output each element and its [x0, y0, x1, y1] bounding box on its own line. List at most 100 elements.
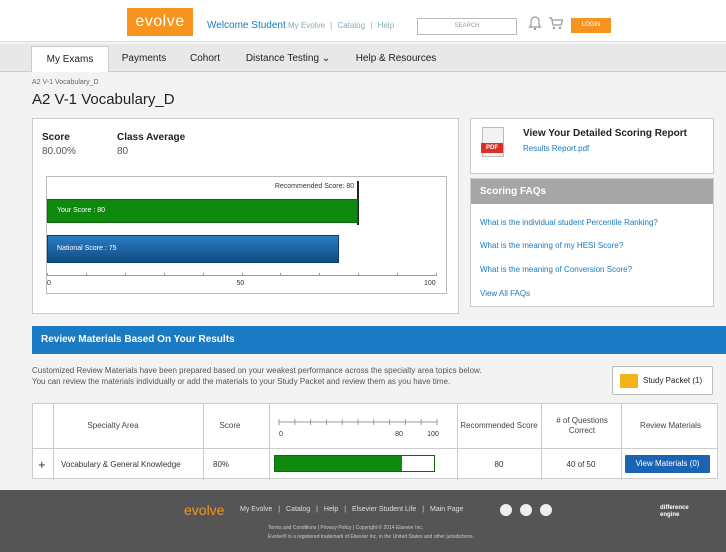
divider: | — [370, 21, 373, 30]
tab-cohort[interactable]: Cohort — [180, 46, 230, 72]
x-axis-tick — [436, 273, 437, 276]
national-score-bar: National Score : 75 — [47, 235, 339, 263]
divider: | — [316, 506, 318, 513]
facebook-icon[interactable] — [500, 504, 512, 516]
catalog-link[interactable]: Catalog — [337, 21, 365, 30]
difference-engine-logo: difference engine — [660, 505, 689, 518]
report-panel: PDF View Your Detailed Scoring Report Re… — [470, 118, 714, 174]
top-links: My Evolve | Catalog | Help — [288, 21, 397, 30]
twitter-icon[interactable] — [520, 504, 532, 516]
footer-trademark: Evolve® is a registered trademark of Els… — [268, 534, 475, 540]
cart-icon[interactable] — [548, 16, 564, 30]
footer-legal-links[interactable]: Terms and Conditions | Privacy Policy | … — [268, 525, 423, 531]
score-chart: Recommended Score: 80 Your Score : 80 Nati… — [46, 176, 447, 294]
search-input[interactable]: SEARCH — [417, 18, 517, 35]
recommended-score-label: Recommended Score: 80 — [274, 183, 355, 190]
study-packet-label: Study Packet (1) — [643, 376, 703, 385]
results-report-link[interactable]: Results Report.pdf — [523, 144, 589, 153]
login-button[interactable]: LOGIN — [571, 18, 611, 33]
x-axis-tick — [358, 273, 360, 276]
welcome-text: Welcome Student — [207, 20, 286, 31]
top-header: evolve Welcome Student My Evolve | Catal… — [0, 0, 726, 42]
divider: | — [278, 506, 281, 513]
report-title: View Your Detailed Scoring Report — [523, 128, 687, 139]
score-cell: 80% — [213, 460, 230, 469]
x-axis-tick-label: 100 — [424, 280, 436, 287]
divider: | — [330, 21, 333, 30]
column-header-specialty-area: Specialty Area — [87, 421, 139, 430]
column-header-score: Score — [219, 421, 241, 430]
x-axis-tick-label: 0 — [47, 280, 51, 287]
social-icon[interactable] — [540, 504, 552, 516]
specialty-area-cell: Vocabulary & General Knowledge — [61, 460, 181, 469]
study-packet-button[interactable]: Study Packet (1) — [612, 366, 713, 395]
folder-icon — [620, 374, 638, 388]
score-panel: Score 80.00% Class Average 80 Recommende… — [32, 118, 459, 314]
evolve-logo[interactable]: evolve — [127, 8, 193, 36]
footer-link-my-evolve[interactable]: My Evolve — [240, 506, 272, 513]
x-axis-tick — [280, 273, 282, 276]
footer-link-main-page[interactable]: Main Page — [430, 506, 463, 513]
tab-payments[interactable]: Payments — [112, 46, 176, 72]
x-axis-tick — [397, 273, 399, 276]
column-header-questions-correct: # of Questions Correct — [556, 416, 608, 435]
footer-link-student-life[interactable]: Elsevier Student Life — [352, 506, 416, 513]
divider — [203, 404, 204, 480]
footer-link-help[interactable]: Help — [324, 506, 338, 513]
footer-logo[interactable]: evolve — [184, 502, 224, 518]
review-header: Review Materials Based On Your Results — [32, 326, 726, 354]
x-axis-tick — [47, 273, 48, 276]
x-axis-tick — [85, 273, 87, 276]
faq-link-hesi-score[interactable]: What is the meaning of my HESI Score? — [480, 241, 623, 250]
score-progress-bar — [274, 455, 435, 472]
bell-icon[interactable] — [528, 15, 542, 31]
class-average-label: Class Average — [117, 132, 186, 143]
column-header-review-materials: Review Materials — [640, 421, 701, 430]
tab-distance-testing[interactable]: Distance Testing ⌄ — [236, 46, 340, 72]
questions-correct-cell: 40 of 50 — [566, 460, 596, 469]
class-average-value: 80 — [117, 146, 129, 157]
x-axis-tick — [202, 273, 204, 276]
scale-tick-label: 0 — [279, 431, 283, 438]
score-progress-fill — [275, 456, 403, 471]
footer: evolve My Evolve | Catalog | Help | Else… — [0, 490, 726, 552]
faq-link-view-all[interactable]: View All FAQs — [480, 289, 530, 298]
column-header-recommended: Recommended Score — [460, 421, 538, 430]
x-axis-tick — [319, 273, 321, 276]
x-axis-tick — [124, 273, 126, 276]
breadcrumb[interactable]: A2 V-1 Vocabulary_D — [32, 79, 99, 86]
divider: | — [344, 506, 347, 513]
pdf-icon[interactable]: PDF — [481, 127, 504, 157]
faq-title: Scoring FAQs — [471, 179, 713, 204]
divider — [621, 404, 622, 480]
footer-link-catalog[interactable]: Catalog — [286, 506, 310, 513]
faq-link-percentile[interactable]: What is the individual student Percentil… — [480, 218, 658, 227]
x-axis-tick — [163, 273, 165, 276]
tab-help-resources[interactable]: Help & Resources — [346, 46, 446, 72]
review-description-2: You can review the materials individuall… — [32, 377, 451, 386]
recommended-score-cell: 80 — [494, 460, 504, 469]
faq-panel: Scoring FAQs What is the individual stud… — [470, 178, 714, 307]
tab-my-exams[interactable]: My Exams — [31, 46, 109, 72]
divider — [53, 404, 54, 480]
help-link[interactable]: Help — [378, 21, 394, 30]
review-table: Specialty Area Score Recommended Score #… — [32, 403, 718, 480]
divider — [269, 404, 270, 480]
x-axis-tick-label: 50 — [236, 280, 245, 287]
my-evolve-link[interactable]: My Evolve — [288, 21, 325, 30]
scale-tick-label: 80 — [395, 431, 403, 438]
footer-links: My Evolve | Catalog | Help | Elsevier St… — [240, 506, 467, 513]
faq-link-conversion-score[interactable]: What is the meaning of Conversion Score? — [480, 265, 632, 274]
scale-tick-label: 100 — [427, 431, 439, 438]
x-axis-tick — [241, 273, 243, 276]
review-description-1: Customized Review Materials have been pr… — [32, 366, 482, 375]
expand-row-button[interactable]: + — [38, 449, 48, 480]
score-label: Score — [42, 132, 70, 143]
score-scale: 0 80 100 — [278, 419, 439, 438]
view-materials-button[interactable]: View Materials (0) — [625, 455, 710, 473]
main-nav: My Exams Payments Cohort Distance Testin… — [0, 44, 726, 72]
your-score-bar: Your Score : 80 — [47, 199, 359, 223]
pdf-tag: PDF — [481, 143, 503, 153]
divider: | — [422, 506, 425, 513]
page-title: A2 V-1 Vocabulary_D — [32, 91, 175, 108]
